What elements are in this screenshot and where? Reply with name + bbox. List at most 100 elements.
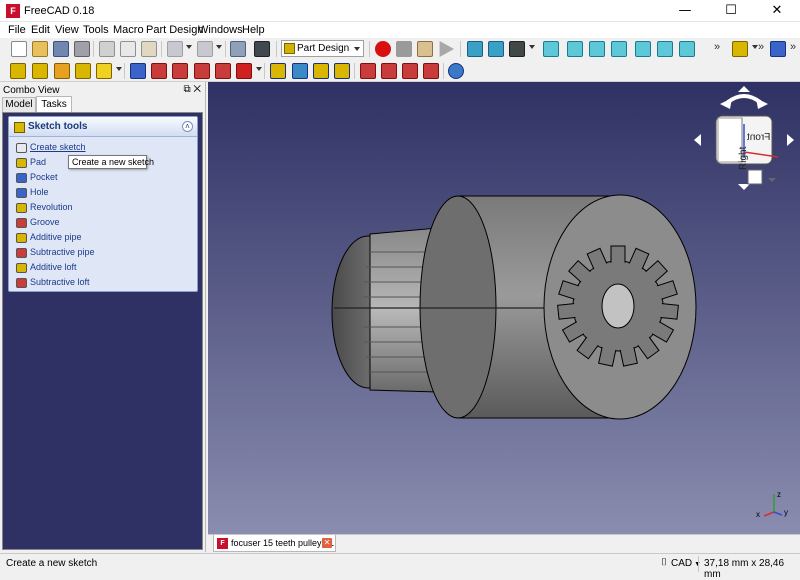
tab-tasks[interactable]: Tasks [36,96,72,112]
combo-view-controls[interactable]: ⧉ ✕ [183,84,201,95]
axis-y-label: y [784,508,788,517]
maximize-button[interactable]: ☐ [708,0,754,22]
rear-view-icon[interactable] [635,41,651,57]
workbench-selector[interactable]: Part Design [281,40,364,57]
dimension-readout: 37,18 mm x 28,46 mm [698,556,798,580]
create-part-icon[interactable] [732,41,748,57]
redo-dropdown-icon[interactable] [216,45,222,49]
hole-tool-icon[interactable] [151,63,167,79]
bottom-view-icon[interactable] [657,41,673,57]
open-folder-icon[interactable] [32,41,48,57]
isometric-view-icon[interactable] [543,41,559,57]
pocket-tool-icon[interactable] [130,63,146,79]
whats-this-icon[interactable] [254,41,270,57]
thickness-tool-icon[interactable] [423,63,439,79]
additive-pipe-tool-icon[interactable] [75,63,91,79]
macro-record-icon[interactable] [375,41,391,57]
macro-stop-icon[interactable] [396,41,412,57]
fit-selection-icon[interactable] [488,41,504,57]
draft-tool-icon[interactable] [402,63,418,79]
rotate-left-icon [720,98,732,109]
copy-icon[interactable] [120,41,136,57]
boolean-tool-icon[interactable] [448,63,464,79]
undo-icon[interactable] [167,41,183,57]
subtractive-pipe-tool-icon[interactable] [215,63,231,79]
redo-icon[interactable] [197,41,213,57]
polar-pattern-tool-icon[interactable] [313,63,329,79]
new-document-icon[interactable] [11,41,27,57]
additive-loft-tool-icon[interactable] [54,63,70,79]
print-icon[interactable] [74,41,90,57]
linear-pattern-tool-icon[interactable] [292,63,308,79]
close-tab-icon[interactable]: ✕ [322,538,332,548]
chamfer-tool-icon[interactable] [381,63,397,79]
left-view-icon[interactable] [679,41,695,57]
collapse-icon[interactable]: ˄ [182,121,193,132]
task-item-revolution[interactable]: Revolution [16,201,186,216]
right-view-icon[interactable] [611,41,627,57]
save-icon[interactable] [53,41,69,57]
macro-run-icon[interactable] [439,41,454,57]
toolbar-separator [93,41,94,57]
menu-view[interactable]: View [55,24,79,36]
groove-tool-icon[interactable] [172,63,188,79]
navigation-cube[interactable] [688,82,800,194]
subtractive-loft-icon [16,278,27,288]
cut-icon[interactable] [99,41,115,57]
additive-primitive-dropdown-icon[interactable] [116,67,122,71]
menu-file[interactable]: File [8,24,26,36]
subtractive-primitive-dropdown-icon[interactable] [256,67,262,71]
nav-left-arrow-icon [694,134,701,146]
task-item-additive-loft[interactable]: Additive loft [16,261,186,276]
menu-macro[interactable]: Macro [113,24,144,36]
menu-help[interactable]: Help [242,24,265,36]
subtractive-primitive-tool-icon[interactable] [236,63,252,79]
menu-part-design[interactable]: Part Design [146,24,203,36]
toolbar-separator [276,41,277,57]
toolbar-separator [225,41,226,57]
create-body-icon[interactable] [770,41,786,57]
subtractive-loft-tool-icon[interactable] [194,63,210,79]
sketch-icon [16,143,27,153]
task-item-subtractive-loft[interactable]: Subtractive loft [16,276,186,291]
task-item-groove[interactable]: Groove [16,216,186,231]
pad-tool-icon[interactable] [10,63,26,79]
toolbar-separator [354,63,355,79]
nav-down-arrow-icon [738,184,750,190]
refresh-icon[interactable] [230,41,246,57]
task-item-sketch[interactable]: Create sketch [16,141,186,156]
3d-view[interactable]: Right Front z x y [208,82,800,534]
undo-dropdown-icon[interactable] [186,45,192,49]
fillet-tool-icon[interactable] [360,63,376,79]
mouse-icon: ⌷ [661,557,667,568]
task-item-subtractive-pipe[interactable]: Subtractive pipe [16,246,186,261]
menu-edit[interactable]: Edit [31,24,50,36]
document-tab[interactable]: F focuser 15 teeth pulley : 1 ✕ [213,535,336,552]
menu-tools[interactable]: Tools [83,24,109,36]
fit-all-icon[interactable] [467,41,483,57]
macro-edit-icon[interactable] [417,41,433,57]
draw-style-dropdown-icon[interactable] [529,45,535,49]
paste-icon[interactable] [141,41,157,57]
minimize-button[interactable]: — [662,0,708,22]
toolbar-overflow-icon[interactable]: » [714,41,720,53]
top-view-icon[interactable] [589,41,605,57]
tab-model[interactable]: Model [2,97,36,112]
navigation-style-button[interactable]: CAD ▼ [671,558,701,569]
task-item-label: Pocket [30,172,58,182]
toolbar-overflow-icon[interactable]: » [790,41,796,53]
sketch-tools-header[interactable]: Sketch tools ˄ [9,117,197,137]
task-item-hole[interactable]: Hole [16,186,186,201]
task-item-pocket[interactable]: Pocket [16,171,186,186]
multitransform-tool-icon[interactable] [334,63,350,79]
menu-windows[interactable]: Windows [198,24,243,36]
mirrored-tool-icon[interactable] [270,63,286,79]
task-item-additive-pipe[interactable]: Additive pipe [16,231,186,246]
close-button[interactable]: ✕ [754,0,800,22]
toolbar-overflow-icon[interactable]: » [758,41,764,53]
revolution-tool-icon[interactable] [32,63,48,79]
draw-style-icon[interactable] [509,41,525,57]
toolbar-separator [443,63,444,79]
additive-primitive-tool-icon[interactable] [96,63,112,79]
front-view-icon[interactable] [567,41,583,57]
